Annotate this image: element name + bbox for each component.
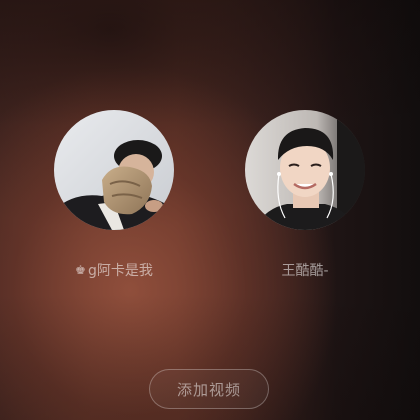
video-duet-screen: ♚ g阿卡是我 王酷酷- 添加视频 [0,0,420,420]
participant-2: 王酷酷- [243,110,367,280]
add-video-button[interactable]: 添加视频 [149,369,269,409]
participant-2-name-row: 王酷酷- [281,260,328,280]
participant-2-name: 王酷酷- [281,263,329,279]
participant-1-photo [54,110,174,230]
crown-icon: ♚ [75,263,86,277]
participant-1: ♚ g阿卡是我 [52,110,176,280]
participant-1-name: g阿卡是我 [87,263,153,279]
participant-1-name-row: ♚ g阿卡是我 [75,260,153,280]
participant-1-avatar[interactable] [54,110,174,230]
participant-2-avatar[interactable] [245,110,365,230]
participant-2-photo [245,110,365,230]
